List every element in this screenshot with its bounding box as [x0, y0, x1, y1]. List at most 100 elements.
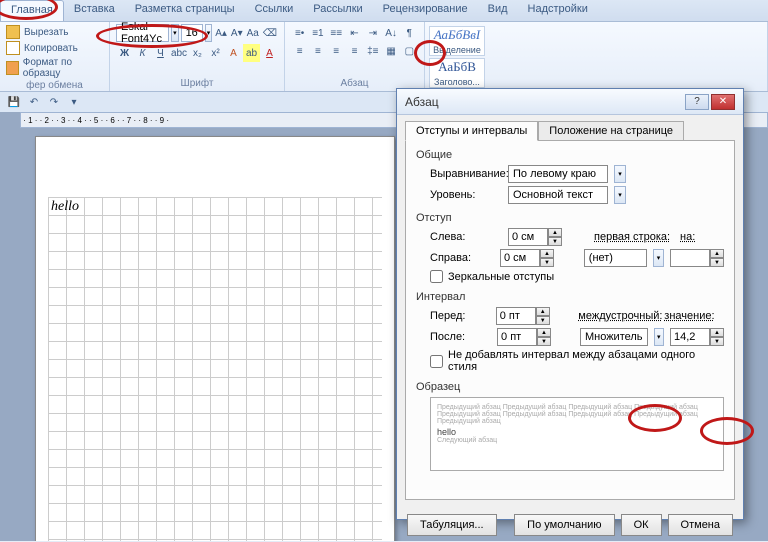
copy-icon — [6, 41, 20, 55]
first-line-dropdown[interactable]: ▾ — [653, 249, 664, 267]
italic-button[interactable]: К — [134, 44, 151, 62]
alignment-select[interactable]: По левому краю — [508, 165, 608, 183]
borders-button[interactable]: ▢ — [401, 42, 418, 60]
dialog-titlebar[interactable]: Абзац ? ✕ — [397, 89, 743, 115]
up-icon[interactable]: ▲ — [536, 307, 550, 316]
tab-indents[interactable]: Отступы и интервалы — [405, 121, 538, 141]
line-spacing-dropdown[interactable]: ▾ — [654, 328, 664, 346]
shrink-font-button[interactable]: A▾ — [230, 24, 244, 42]
tab-layout[interactable]: Разметка страницы — [125, 0, 245, 21]
value-input[interactable] — [670, 328, 710, 346]
down-icon[interactable]: ▼ — [536, 316, 550, 325]
decrease-indent-button[interactable]: ⇤ — [346, 24, 363, 42]
up-icon[interactable]: ▲ — [540, 249, 554, 258]
cut-button[interactable]: Вырезать — [6, 25, 103, 39]
sort-button[interactable]: A↓ — [382, 24, 399, 42]
show-marks-button[interactable]: ¶ — [401, 24, 418, 42]
group-clipboard-label: фер обмена — [6, 80, 103, 91]
up-icon[interactable]: ▲ — [710, 249, 724, 258]
ok-button[interactable]: ОК — [621, 514, 662, 536]
level-select[interactable]: Основной текст — [508, 186, 608, 204]
after-spinner[interactable]: ▲▼ — [497, 328, 551, 346]
copy-button[interactable]: Копировать — [6, 41, 103, 55]
tab-references[interactable]: Ссылки — [245, 0, 304, 21]
tabs-button[interactable]: Табуляция... — [407, 514, 497, 536]
change-case-button[interactable]: Aa — [246, 24, 260, 42]
by-label: на: — [680, 231, 706, 243]
document-page[interactable]: hello — [35, 136, 395, 541]
increase-indent-button[interactable]: ⇥ — [364, 24, 381, 42]
no-space-checkbox[interactable] — [430, 355, 443, 368]
font-color-button[interactable]: A — [261, 44, 278, 62]
superscript-button[interactable]: x² — [207, 44, 224, 62]
left-spinner[interactable]: ▲▼ — [508, 228, 562, 246]
font-name-dropdown[interactable]: ▾ — [171, 24, 178, 42]
up-icon[interactable]: ▲ — [537, 328, 551, 337]
align-center-button[interactable]: ≡ — [309, 42, 326, 60]
help-button[interactable]: ? — [685, 94, 709, 110]
tab-addins[interactable]: Надстройки — [518, 0, 598, 21]
underline-button[interactable]: Ч — [152, 44, 169, 62]
multilevel-button[interactable]: ≡≡ — [328, 24, 345, 42]
default-button[interactable]: По умолчанию — [514, 514, 614, 536]
numbering-button[interactable]: ≡1 — [309, 24, 326, 42]
before-spinner[interactable]: ▲▼ — [496, 307, 550, 325]
down-icon[interactable]: ▼ — [537, 337, 551, 346]
line-spacing-button[interactable]: ‡≡ — [364, 42, 381, 60]
tab-position[interactable]: Положение на странице — [538, 121, 684, 141]
up-icon[interactable]: ▲ — [548, 228, 562, 237]
redo-icon[interactable]: ↷ — [46, 95, 62, 109]
first-line-label: первая строка: — [594, 231, 674, 243]
level-dropdown[interactable]: ▾ — [614, 186, 626, 204]
highlight-button[interactable]: ab — [243, 44, 260, 62]
line-spacing-select[interactable]: Множитель — [580, 328, 648, 346]
style-heading[interactable]: АаБбВЗаголово... — [429, 58, 485, 88]
document-text[interactable]: hello — [51, 199, 79, 215]
font-name-select[interactable]: Eskal Font4Yc — [116, 24, 169, 42]
dialog-body: Общие Выравнивание: По левому краю ▾ Уро… — [405, 140, 735, 500]
down-icon[interactable]: ▼ — [548, 237, 562, 246]
tab-view[interactable]: Вид — [478, 0, 518, 21]
tab-insert[interactable]: Вставка — [64, 0, 125, 21]
format-painter-button[interactable]: Формат по образцу — [6, 57, 103, 79]
shading-button[interactable]: ▦ — [382, 42, 399, 60]
tab-home[interactable]: Главная — [0, 0, 64, 21]
right-spinner[interactable]: ▲▼ — [500, 249, 554, 267]
clear-formatting-button[interactable]: ⌫ — [262, 24, 278, 42]
undo-icon[interactable]: ↶ — [26, 95, 42, 109]
close-button[interactable]: ✕ — [711, 94, 735, 110]
down-icon[interactable]: ▼ — [710, 258, 724, 267]
text-effects-button[interactable]: A — [225, 44, 242, 62]
mirror-checkbox[interactable] — [430, 270, 443, 283]
cancel-button[interactable]: Отмена — [668, 514, 733, 536]
align-left-button[interactable]: ≡ — [291, 42, 308, 60]
left-input[interactable] — [508, 228, 548, 246]
justify-button[interactable]: ≡ — [346, 42, 363, 60]
align-right-button[interactable]: ≡ — [328, 42, 345, 60]
save-icon[interactable]: 💾 — [6, 95, 22, 109]
down-icon[interactable]: ▼ — [540, 258, 554, 267]
font-size-dropdown[interactable]: ▾ — [205, 24, 212, 42]
by-input[interactable] — [670, 249, 710, 267]
bullets-button[interactable]: ≡• — [291, 24, 308, 42]
grow-font-button[interactable]: A▴ — [214, 24, 228, 42]
style-emphasis[interactable]: АаБбВвІВыделение — [429, 26, 485, 56]
by-spinner[interactable]: ▲▼ — [670, 249, 724, 267]
bold-button[interactable]: Ж — [116, 44, 133, 62]
tab-review[interactable]: Рецензирование — [373, 0, 478, 21]
first-line-select[interactable]: (нет) — [584, 249, 647, 267]
font-size-select[interactable]: 16 — [181, 24, 203, 42]
qat-more-icon[interactable]: ▾ — [66, 95, 82, 109]
value-spinner[interactable]: ▲▼ — [670, 328, 724, 346]
alignment-dropdown[interactable]: ▾ — [614, 165, 626, 183]
tab-mailings[interactable]: Рассылки — [303, 0, 372, 21]
subscript-button[interactable]: x₂ — [189, 44, 206, 62]
right-input[interactable] — [500, 249, 540, 267]
down-icon[interactable]: ▼ — [710, 337, 724, 346]
style-sample: АаБбВ — [438, 59, 476, 75]
section-general: Общие — [416, 149, 724, 161]
before-input[interactable] — [496, 307, 536, 325]
up-icon[interactable]: ▲ — [710, 328, 724, 337]
after-input[interactable] — [497, 328, 537, 346]
strike-button[interactable]: abc — [170, 44, 188, 62]
